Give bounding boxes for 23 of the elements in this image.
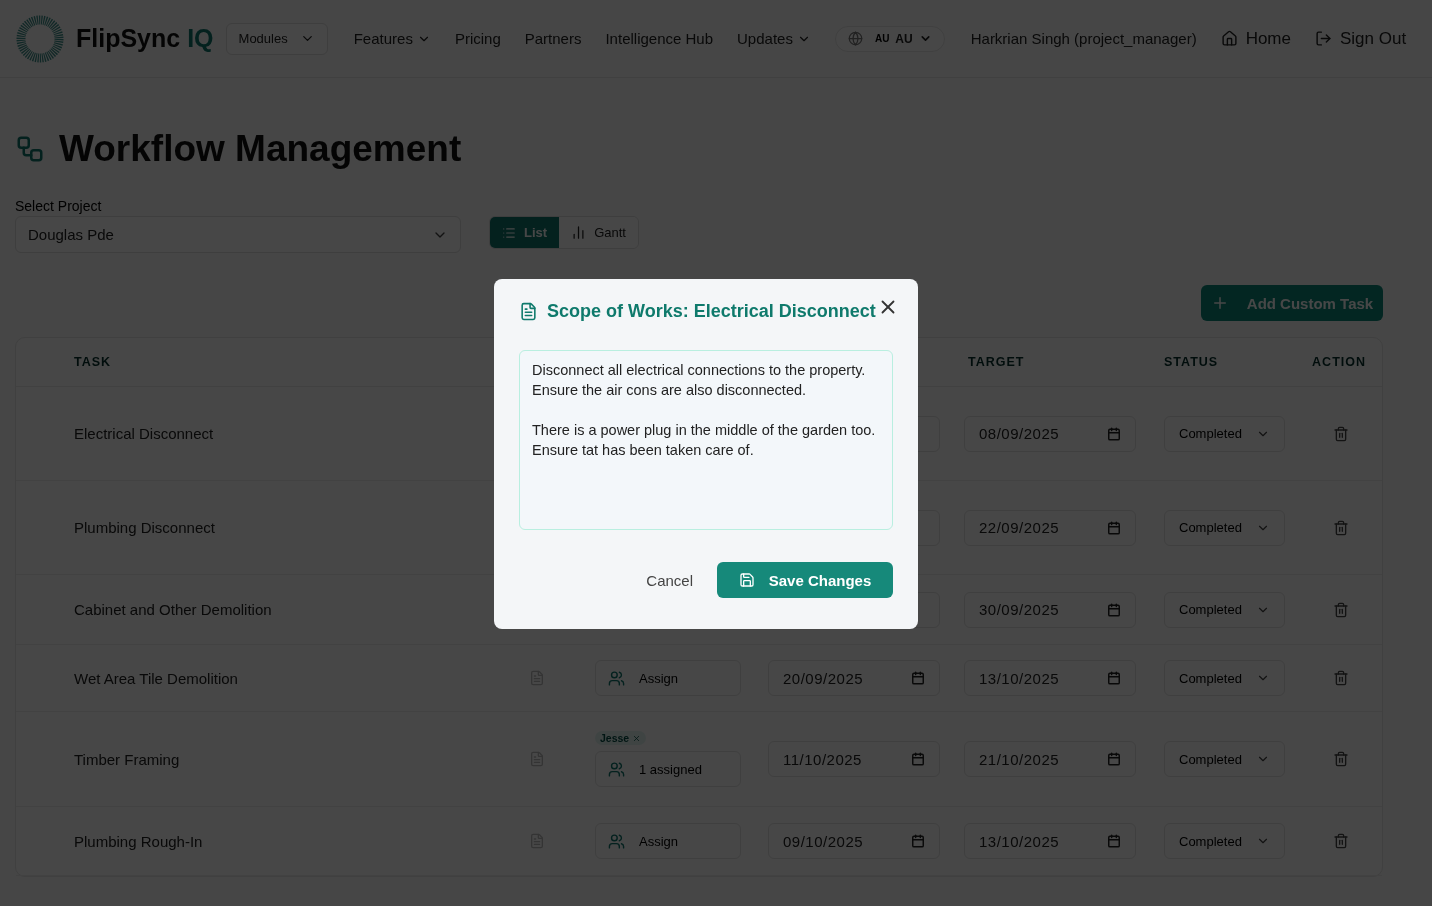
save-icon <box>738 572 755 588</box>
user-name: Harkrian Singh (project_manager) <box>970 30 1197 47</box>
task-name: Plumbing Disconnect <box>74 519 216 536</box>
column-header: TARGET <box>967 355 1025 369</box>
cancel-button[interactable]: Cancel <box>644 563 695 597</box>
column-header: TASK <box>74 355 112 369</box>
nav-link[interactable]: Pricing <box>454 30 501 47</box>
task-name: Timber Framing <box>74 750 181 768</box>
page-title: Workflow Management <box>59 128 462 170</box>
task-name: Cabinet and Other Demolition <box>74 601 273 618</box>
dialog-title: Scope of Works: Electrical Disconnect <box>547 301 876 322</box>
document-icon <box>519 302 538 321</box>
scope-text-field[interactable]: Disconnect all electrical connections to the property. Ensure the air cons are also disconnected. There is a power plug in the middle of the garden too. Ensure tat has been taken care of. <box>519 350 893 530</box>
column-header: ACTION <box>1312 355 1367 369</box>
field-label: Select Project <box>15 198 103 214</box>
task-name: Electrical Disconnect <box>74 425 215 442</box>
brand-name[interactable]: FlipSync IQ <box>76 24 214 53</box>
nav-link[interactable]: Intelligence Hub <box>605 30 714 47</box>
column-header: STATUS <box>1163 355 1219 369</box>
task-name: Wet Area Tile Demolition <box>74 669 239 687</box>
save-button[interactable]: Save Changes <box>717 562 893 598</box>
task-name: Plumbing Rough-In <box>74 832 204 850</box>
nav-link[interactable]: Partners <box>524 30 582 47</box>
